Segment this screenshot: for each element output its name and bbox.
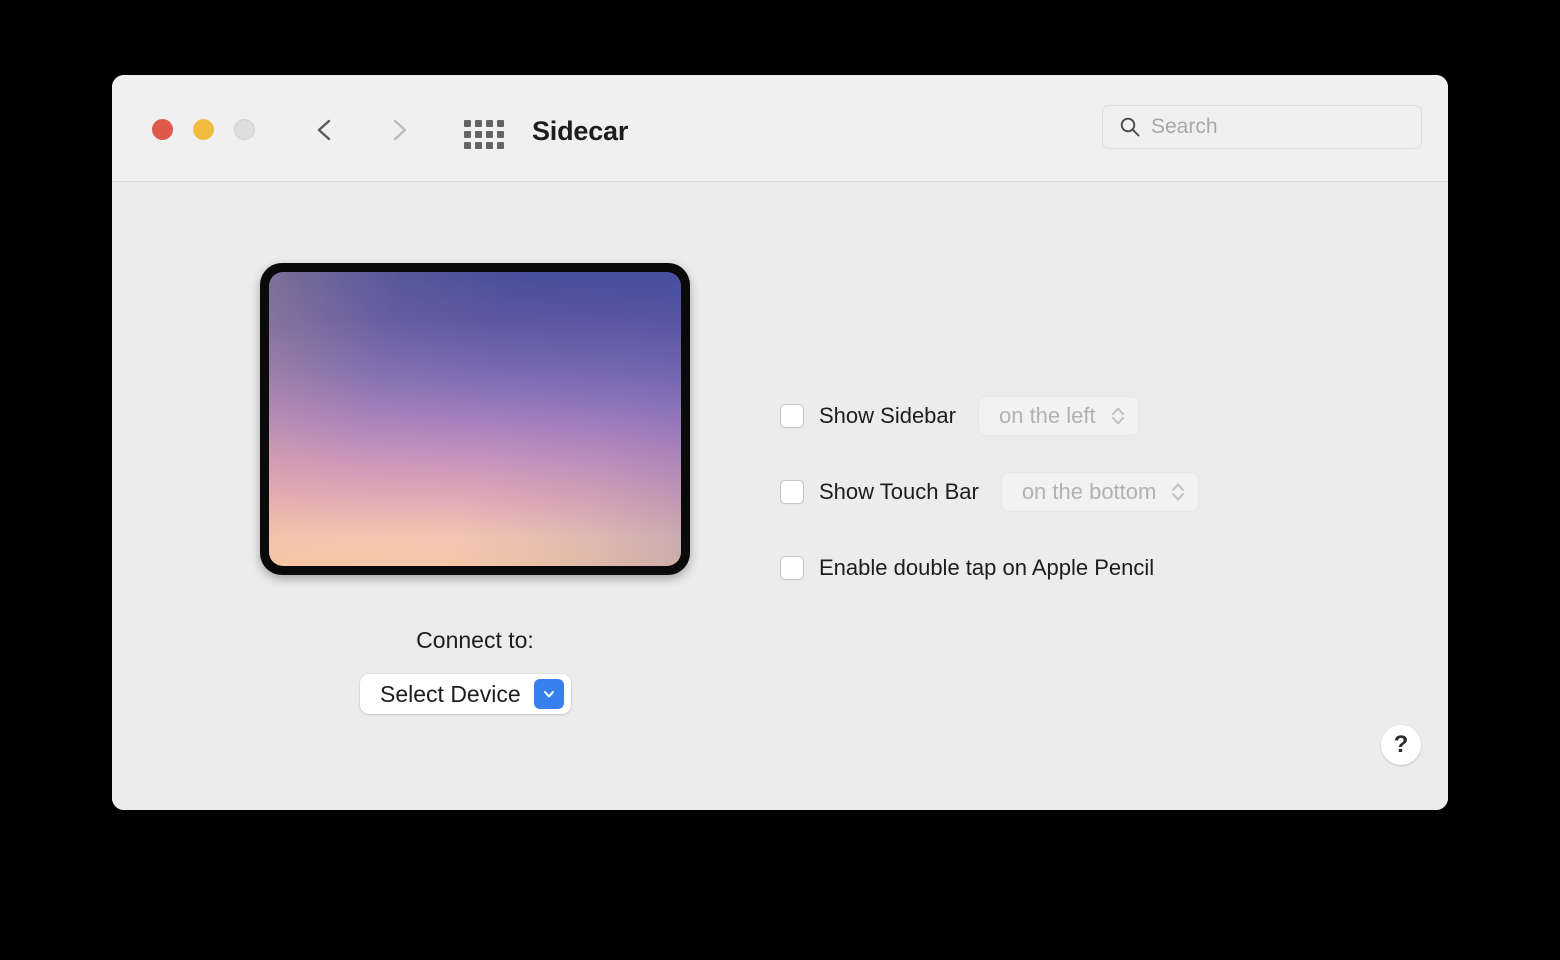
- option-row-show-sidebar: Show Sidebar on the left: [780, 394, 1199, 438]
- option-row-show-touch-bar: Show Touch Bar on the bottom: [780, 470, 1200, 514]
- ipad-wallpaper: [269, 272, 681, 566]
- traffic-light-group: [152, 119, 255, 140]
- sidebar-position-popup-button[interactable]: on the left: [977, 396, 1139, 436]
- zoom-window-button[interactable]: [234, 119, 255, 140]
- search-icon: [1119, 116, 1141, 138]
- enable-double-tap-label: Enable double tap on Apple Pencil: [819, 555, 1155, 580]
- preferences-content: Connect to: Select Device Show Sidebar o…: [112, 182, 1448, 810]
- show-sidebar-label: Show Sidebar: [819, 403, 956, 428]
- enable-double-tap-checkbox[interactable]: [780, 556, 804, 580]
- window-toolbar: Sidecar: [112, 75, 1448, 182]
- show-sidebar-checkbox[interactable]: [780, 404, 804, 428]
- touch-bar-position-value: on the bottom: [1021, 479, 1157, 504]
- sidecar-preferences-window: Sidecar Connect to: Select Device: [112, 75, 1448, 810]
- stepper-chevrons-icon: [1170, 479, 1186, 505]
- minimize-window-button[interactable]: [193, 119, 214, 140]
- chevron-down-icon: [533, 679, 564, 709]
- close-window-button[interactable]: [152, 119, 173, 140]
- stepper-chevrons-icon: [1110, 403, 1126, 429]
- ipad-preview: [260, 263, 690, 575]
- sidecar-options-group: Show Sidebar on the left Show Touch Bar …: [780, 394, 1200, 622]
- touch-bar-position-popup-button[interactable]: on the bottom: [1000, 472, 1200, 512]
- show-touch-bar-label: Show Touch Bar: [819, 479, 979, 504]
- connect-to-label: Connect to:: [416, 627, 534, 653]
- show-all-preferences-icon[interactable]: [464, 120, 504, 149]
- search-field[interactable]: [1102, 105, 1422, 149]
- show-touch-bar-checkbox[interactable]: [780, 480, 804, 504]
- sidebar-position-value: on the left: [998, 403, 1096, 428]
- search-input[interactable]: [1151, 115, 1391, 139]
- option-row-apple-pencil: Enable double tap on Apple Pencil: [780, 546, 1199, 590]
- screen-background: Sidecar Connect to: Select Device: [0, 0, 1560, 960]
- forward-chevron-icon[interactable]: [386, 117, 412, 143]
- help-button[interactable]: ?: [1381, 725, 1421, 765]
- back-chevron-icon[interactable]: [312, 117, 338, 143]
- window-title: Sidecar: [532, 116, 629, 146]
- navigation-arrows: [312, 117, 412, 143]
- select-device-label: Select Device: [380, 680, 521, 707]
- select-device-popup-button[interactable]: Select Device: [360, 674, 571, 714]
